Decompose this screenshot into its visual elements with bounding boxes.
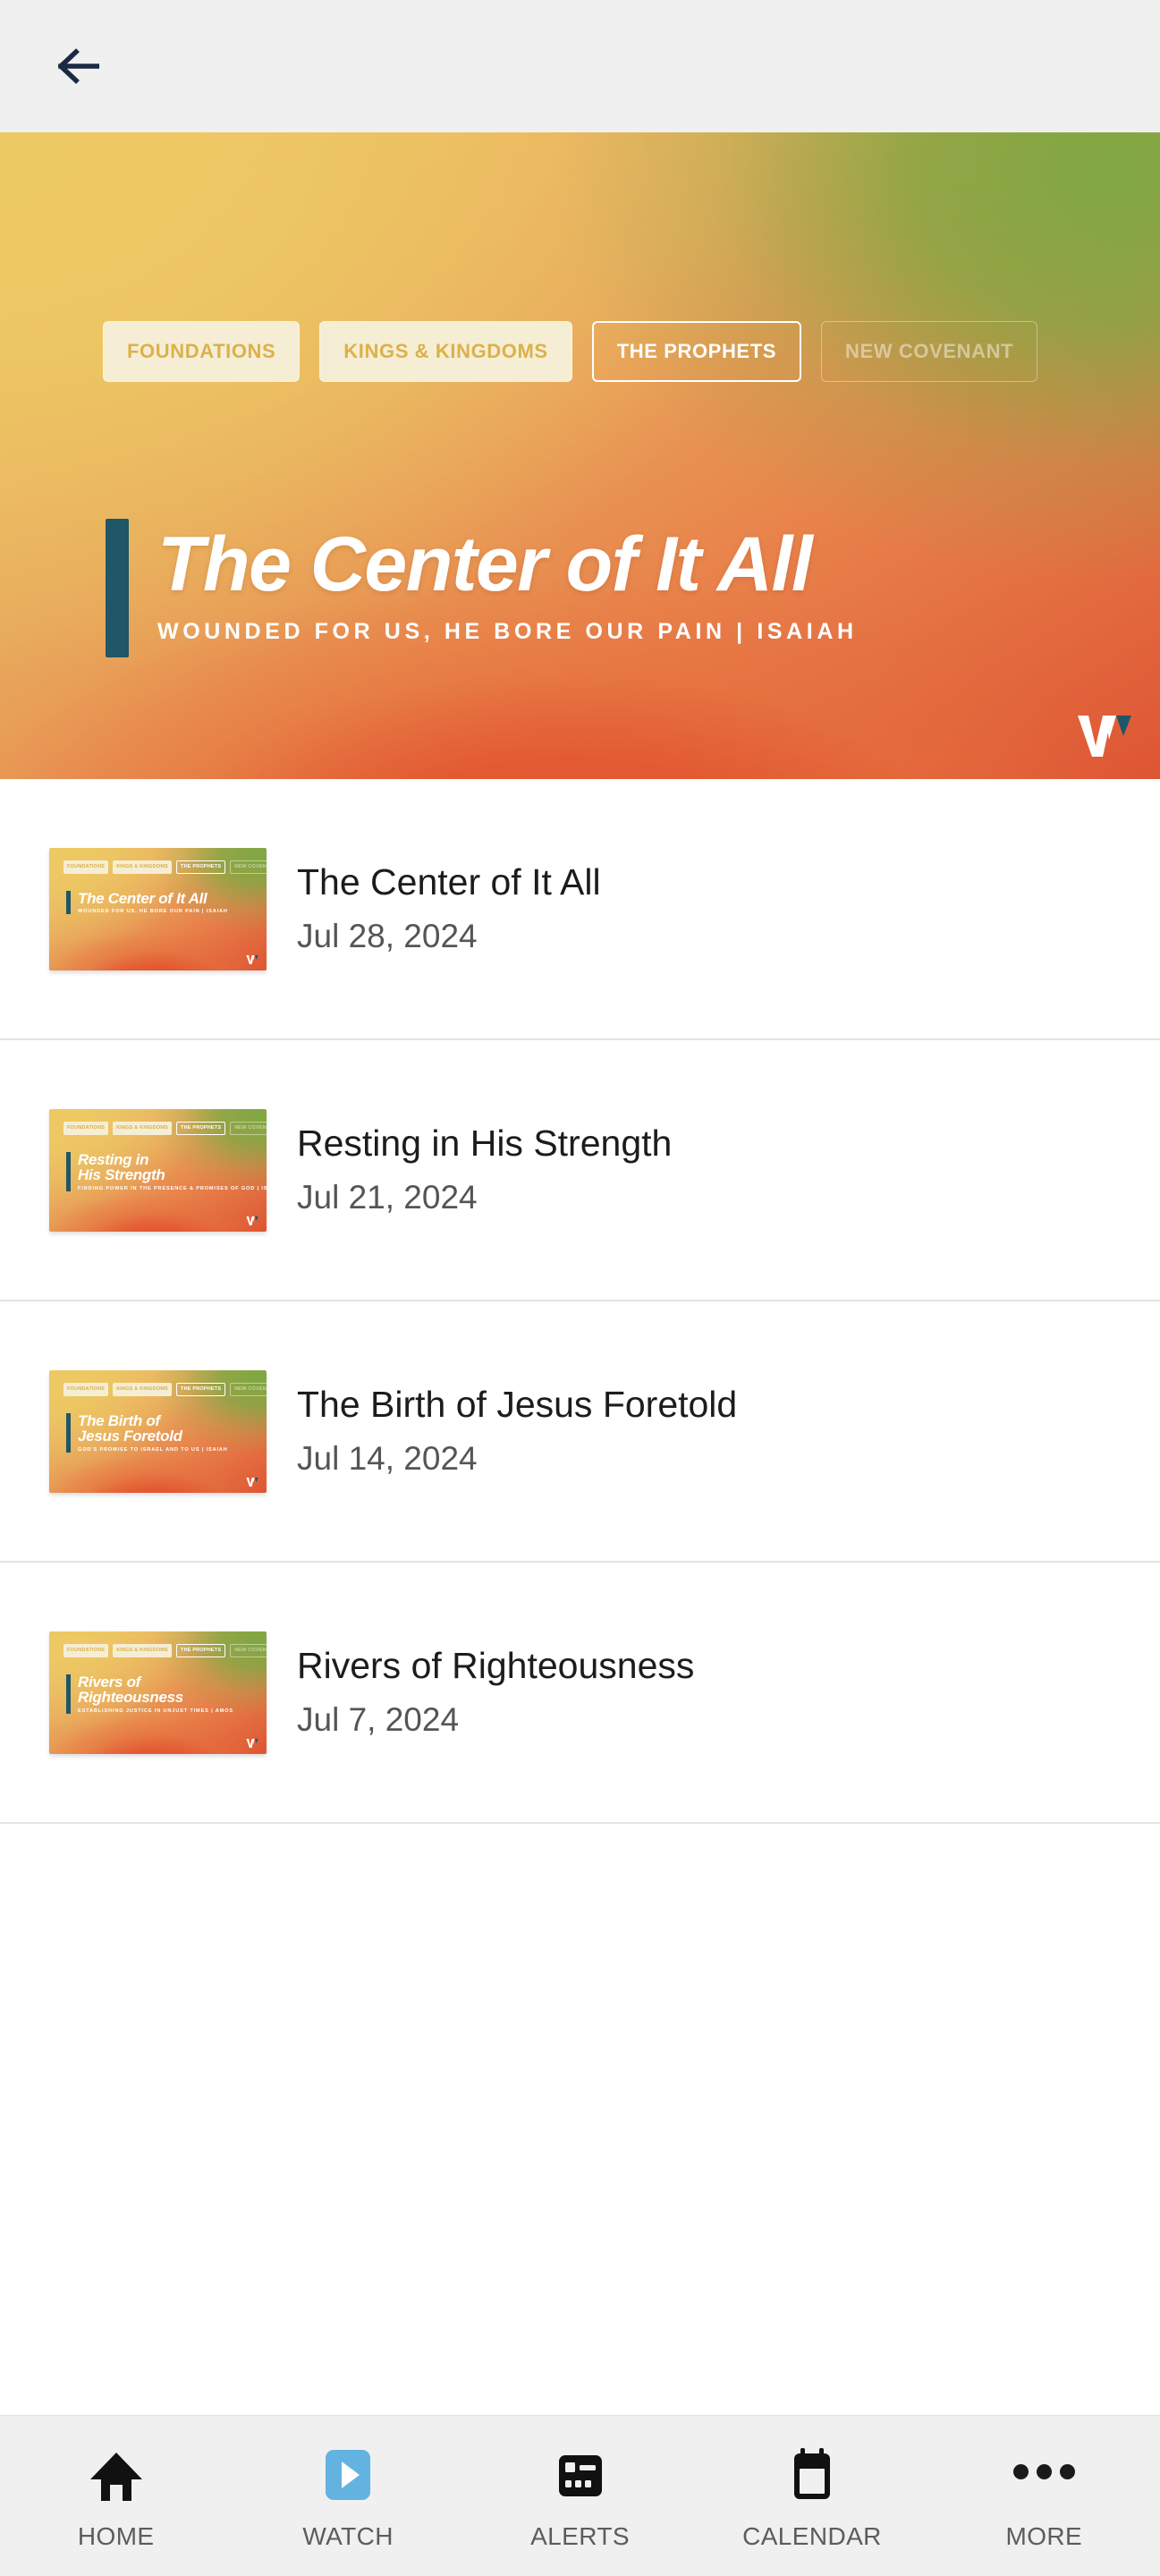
dot <box>1059 2464 1075 2479</box>
hero-text-block: The Center of It All WOUNDED FOR US, HE … <box>106 519 858 657</box>
series-pill-group: FOUNDATIONS KINGS & KINGDOMS THE PROPHET… <box>103 321 1038 382</box>
list-item-date: Jul 28, 2024 <box>297 918 478 955</box>
nav-item-more[interactable]: MORE <box>928 2416 1160 2576</box>
thumb-title: Rivers of Righteousness <box>78 1673 183 1707</box>
thumb-subtitle: WOUNDED FOR US, HE BORE OUR PAIN | ISAIA… <box>78 909 228 915</box>
thumb-text-block: The Birth of Jesus Foretold GOD'S PROMIS… <box>66 1411 228 1453</box>
thumb-pill-prophets: THE PROPHETS <box>176 1382 226 1396</box>
nav-item-calendar[interactable]: CALENDAR <box>696 2416 927 2576</box>
thumb-pill-group: FOUNDATIONS KINGS & KINGDOMS THE PROPHET… <box>64 1382 267 1396</box>
sermon-thumbnail: FOUNDATIONS KINGS & KINGDOMS THE PROPHET… <box>49 1108 267 1232</box>
alerts-icon <box>553 2442 608 2503</box>
hero-title: The Center of It All <box>157 521 813 607</box>
thumb-text-block: The Center of It All WOUNDED FOR US, HE … <box>66 889 228 915</box>
hero-banner[interactable]: FOUNDATIONS KINGS & KINGDOMS THE PROPHET… <box>0 132 1160 779</box>
thumb-pill-kings: KINGS & KINGDOMS <box>113 1643 173 1657</box>
thumb-subtitle: GOD'S PROMISE TO ISRAEL AND TO US | ISAI… <box>78 1447 228 1453</box>
list-item-title: The Center of It All <box>297 861 601 903</box>
thumbnail-wrap: FOUNDATIONS KINGS & KINGDOMS THE PROPHET… <box>49 847 267 970</box>
thumb-subtitle: ESTABLISHING JUSTICE IN UNJUST TIMES | A… <box>78 1708 233 1715</box>
hero-subtitle: WOUNDED FOR US, HE BORE OUR PAIN | ISAIA… <box>157 618 858 644</box>
thumb-pill-kings: KINGS & KINGDOMS <box>113 1382 173 1396</box>
thumbnail-wrap: FOUNDATIONS KINGS & KINGDOMS THE PROPHET… <box>49 1108 267 1232</box>
thumb-text-block: Resting in His Strength FINDING POWER IN… <box>66 1150 267 1192</box>
pill-kings-and-kingdoms[interactable]: KINGS & KINGDOMS <box>319 321 572 382</box>
thumb-title: The Center of It All <box>78 889 207 907</box>
thumb-title: The Birth of Jesus Foretold <box>78 1411 182 1445</box>
thumb-pill-group: FOUNDATIONS KINGS & KINGDOMS THE PROPHET… <box>64 1121 267 1135</box>
nav-item-home[interactable]: HOME <box>0 2416 232 2576</box>
thumb-pill-covenant: NEW COVENANT <box>230 1121 267 1135</box>
thumb-pill-prophets: THE PROPHETS <box>176 1643 226 1657</box>
thumb-title: Resting in His Strength <box>78 1150 165 1184</box>
bottom-navigation-bar: HOME WATCH ALERTS CALENDAR MORE <box>0 2415 1160 2576</box>
list-item[interactable]: FOUNDATIONS KINGS & KINGDOMS THE PROPHET… <box>0 779 1160 1040</box>
sermon-list: FOUNDATIONS KINGS & KINGDOMS THE PROPHET… <box>0 779 1160 2415</box>
thumb-pill-covenant: NEW COVENANT <box>230 1382 267 1396</box>
sermon-thumbnail: FOUNDATIONS KINGS & KINGDOMS THE PROPHET… <box>49 1369 267 1493</box>
list-item-date: Jul 14, 2024 <box>297 1440 478 1478</box>
nav-label-calendar: CALENDAR <box>742 2521 882 2550</box>
thumb-pill-kings: KINGS & KINGDOMS <box>113 860 173 874</box>
top-bar <box>0 0 1160 132</box>
thumb-pill-group: FOUNDATIONS KINGS & KINGDOMS THE PROPHET… <box>64 1643 267 1657</box>
nav-label-more: MORE <box>1005 2521 1083 2550</box>
pill-foundations[interactable]: FOUNDATIONS <box>103 321 301 382</box>
nav-label-watch: WATCH <box>302 2521 394 2550</box>
pill-the-prophets[interactable]: THE PROPHETS <box>591 321 802 382</box>
thumb-w-logo-icon <box>246 953 258 964</box>
list-item-title: Resting in His Strength <box>297 1123 673 1165</box>
thumb-pill-prophets: THE PROPHETS <box>176 1121 226 1135</box>
list-item-date: Jul 21, 2024 <box>297 1179 478 1216</box>
thumb-accent-bar <box>66 1674 71 1715</box>
thumbnail-wrap: FOUNDATIONS KINGS & KINGDOMS THE PROPHET… <box>49 1631 267 1754</box>
sermon-thumbnail: FOUNDATIONS KINGS & KINGDOMS THE PROPHET… <box>49 1631 267 1754</box>
nav-label-home: HOME <box>77 2521 155 2550</box>
nav-item-watch[interactable]: WATCH <box>232 2416 463 2576</box>
home-icon <box>89 2442 144 2503</box>
pill-new-covenant[interactable]: NEW COVENANT <box>821 321 1038 382</box>
thumb-pill-foundations: FOUNDATIONS <box>64 1382 109 1396</box>
thumb-pill-covenant: NEW COVENANT <box>230 860 267 874</box>
app-screen: FOUNDATIONS KINGS & KINGDOMS THE PROPHET… <box>0 0 1160 2576</box>
list-item-date: Jul 7, 2024 <box>297 1701 460 1739</box>
sermon-thumbnail: FOUNDATIONS KINGS & KINGDOMS THE PROPHET… <box>49 847 267 970</box>
back-button[interactable] <box>47 34 111 98</box>
calendar-icon <box>786 2442 838 2503</box>
list-item-title: The Birth of Jesus Foretold <box>297 1384 738 1426</box>
thumb-w-logo-icon <box>246 1215 258 1225</box>
more-dots-icon <box>1012 2442 1075 2503</box>
list-item[interactable]: FOUNDATIONS KINGS & KINGDOMS THE PROPHET… <box>0 1563 1160 1824</box>
thumb-pill-foundations: FOUNDATIONS <box>64 1121 109 1135</box>
thumb-accent-bar <box>66 890 71 915</box>
thumbnail-wrap: FOUNDATIONS KINGS & KINGDOMS THE PROPHET… <box>49 1369 267 1493</box>
dot <box>1012 2464 1029 2479</box>
dot <box>1036 2464 1052 2479</box>
thumb-w-logo-icon <box>246 1737 258 1748</box>
thumb-accent-bar <box>66 1151 71 1192</box>
hero-accent-bar <box>106 519 129 657</box>
thumb-pill-covenant: NEW COVENANT <box>230 1643 267 1657</box>
thumb-text-block: Rivers of Righteousness ESTABLISHING JUS… <box>66 1674 233 1715</box>
thumb-pill-foundations: FOUNDATIONS <box>64 860 109 874</box>
thumb-pill-kings: KINGS & KINGDOMS <box>113 1121 173 1135</box>
back-arrow-icon <box>58 48 99 84</box>
nav-item-alerts[interactable]: ALERTS <box>464 2416 696 2576</box>
nav-label-alerts: ALERTS <box>530 2521 630 2550</box>
thumb-accent-bar <box>66 1412 71 1453</box>
play-icon <box>320 2442 376 2503</box>
list-item-title: Rivers of Righteousness <box>297 1645 695 1687</box>
w-logo-icon <box>1076 713 1133 759</box>
list-item[interactable]: FOUNDATIONS KINGS & KINGDOMS THE PROPHET… <box>0 1301 1160 1563</box>
thumb-w-logo-icon <box>246 1476 258 1487</box>
thumb-pill-prophets: THE PROPHETS <box>176 860 226 874</box>
thumb-subtitle: FINDING POWER IN THE PRESENCE & PROMISES… <box>78 1186 267 1192</box>
thumb-pill-foundations: FOUNDATIONS <box>64 1643 109 1657</box>
thumb-pill-group: FOUNDATIONS KINGS & KINGDOMS THE PROPHET… <box>64 860 267 874</box>
list-item[interactable]: FOUNDATIONS KINGS & KINGDOMS THE PROPHET… <box>0 1040 1160 1301</box>
